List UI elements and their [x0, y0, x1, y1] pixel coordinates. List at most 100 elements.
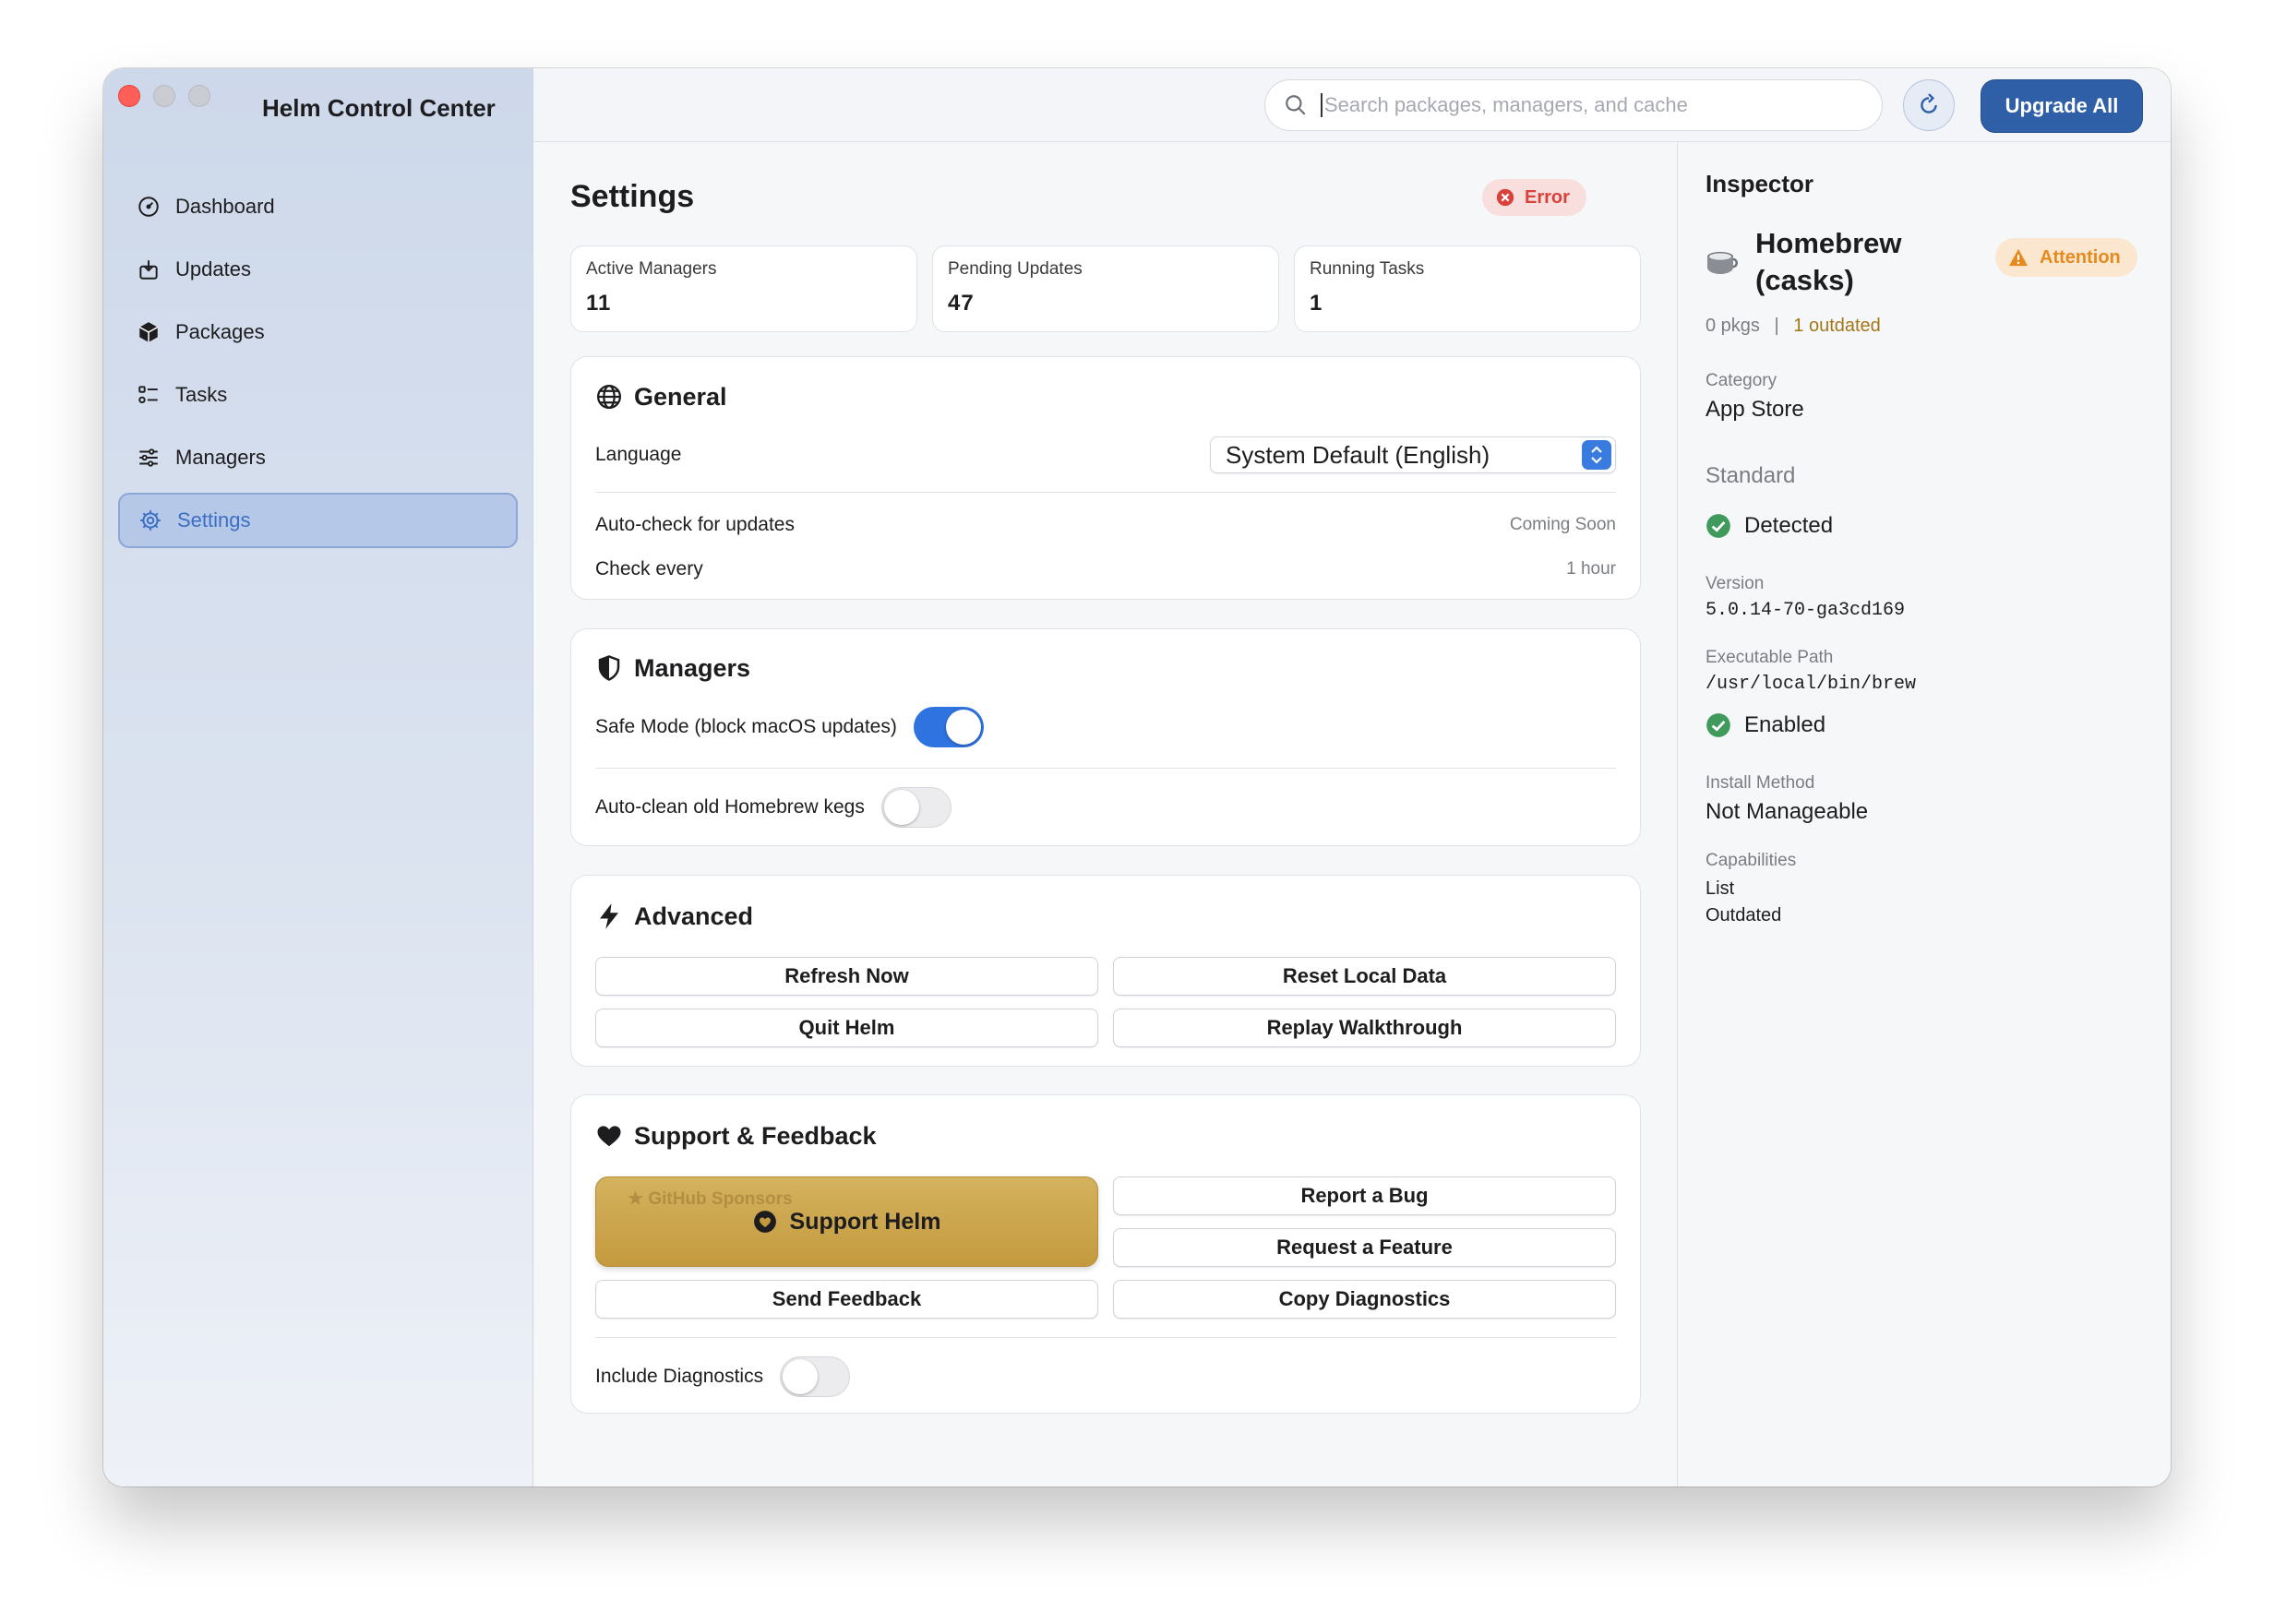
include-diagnostics-toggle[interactable]: [780, 1356, 851, 1397]
install-method-value: Not Manageable: [1706, 799, 1869, 824]
refresh-now-button[interactable]: Refresh Now: [595, 957, 1098, 996]
detected-label: Detected: [1744, 513, 1834, 538]
pkgs-count: 0 pkgs: [1706, 316, 1760, 336]
sidebar-item-managers[interactable]: Managers: [118, 430, 518, 485]
check-every-label: Check every: [595, 558, 703, 579]
version-value: 5.0.14-70-ga3cd169: [1706, 600, 1906, 621]
path-block: Executable Path /usr/local/bin/brew: [1706, 648, 1916, 695]
general-header: General: [595, 357, 1616, 436]
advanced-title: Advanced: [634, 902, 754, 930]
capabilities-block: Capabilities List Outdated: [1706, 851, 1796, 926]
autocheck-row: Auto-check for updates Coming Soon: [595, 509, 1616, 541]
autoclean-toggle[interactable]: [880, 787, 951, 828]
advanced-buttons: Refresh Now Reset Local Data Quit Helm R…: [595, 957, 1616, 1047]
attention-badge[interactable]: Attention: [1995, 238, 2137, 277]
toggle-knob: [883, 790, 919, 825]
managers-card: Managers Safe Mode (block macOS updates)…: [570, 628, 1641, 846]
sidebar-item-label: Dashboard: [175, 195, 275, 218]
language-select[interactable]: System Default (English): [1210, 436, 1616, 473]
support-helm-button[interactable]: ★ GitHub Sponsors Support Helm: [595, 1176, 1098, 1267]
safe-mode-row: Safe Mode (block macOS updates): [595, 707, 1616, 747]
page-title: Settings: [570, 179, 695, 214]
safe-mode-label: Safe Mode (block macOS updates): [595, 716, 897, 737]
search-icon: [1286, 95, 1306, 115]
outdated-count[interactable]: 1 outdated: [1793, 316, 1881, 336]
category-block: Category App Store: [1706, 371, 1804, 423]
sidebar-item-updates[interactable]: Updates: [118, 242, 518, 297]
stats-row: Active Managers 11 Pending Updates 47 Ru…: [570, 245, 1641, 332]
divider: [595, 1337, 1616, 1338]
bolt-icon: [600, 903, 618, 929]
path-value: /usr/local/bin/brew: [1706, 674, 1917, 695]
support-header: Support & Feedback: [595, 1095, 1616, 1176]
stat-value: 1: [1310, 291, 1323, 316]
sidebar-item-settings[interactable]: Settings: [118, 493, 518, 548]
error-badge-label: Error: [1525, 186, 1570, 208]
check-circle-icon: [1706, 713, 1730, 737]
sidebar-item-label: Settings: [177, 508, 251, 531]
stat-label: Running Tasks: [1310, 259, 1425, 279]
stat-label: Active Managers: [586, 259, 717, 279]
replay-walkthrough-button[interactable]: Replay Walkthrough: [1113, 1009, 1616, 1047]
enabled-status: Enabled: [1706, 712, 1825, 738]
sliders-icon: [139, 448, 158, 467]
toggle-knob: [783, 1359, 819, 1394]
stat-value: 11: [586, 291, 612, 316]
attention-label: Attention: [2040, 246, 2121, 268]
version-block: Version 5.0.14-70-ga3cd169: [1706, 574, 1905, 621]
autocheck-label: Auto-check for updates: [595, 514, 795, 535]
sidebar-item-tasks[interactable]: Tasks: [118, 367, 518, 423]
reset-local-data-button[interactable]: Reset Local Data: [1113, 957, 1616, 996]
package-summary: 0 pkgs | 1 outdated: [1706, 316, 1881, 337]
path-label: Executable Path: [1706, 648, 1834, 667]
package-icon: [138, 322, 159, 342]
request-feature-button[interactable]: Request a Feature: [1113, 1228, 1616, 1267]
support-title: Support & Feedback: [634, 1121, 877, 1150]
search-input[interactable]: [1321, 93, 1837, 117]
support-buttons: ★ GitHub Sponsors Support Helm Report a …: [595, 1176, 1616, 1267]
globe-icon: [597, 385, 621, 409]
install-method-label: Install Method: [1706, 773, 1815, 793]
sidebar-item-dashboard[interactable]: Dashboard: [118, 179, 518, 234]
toggle-knob: [945, 710, 981, 745]
app-title: Helm Control Center: [262, 94, 496, 122]
error-icon: [1496, 188, 1514, 207]
include-diagnostics-label: Include Diagnostics: [595, 1366, 764, 1387]
general-title: General: [634, 382, 727, 411]
toolbar: Upgrade All: [533, 68, 2171, 142]
language-label: Language: [595, 444, 682, 465]
updates-icon: [139, 260, 158, 280]
support-helm-label: Support Helm: [789, 1208, 941, 1235]
sidebar-item-packages[interactable]: Packages: [118, 304, 518, 360]
upgrade-all-button[interactable]: Upgrade All: [1981, 79, 2143, 133]
stat-active-managers: Active Managers 11: [570, 245, 917, 332]
report-bug-button[interactable]: Report a Bug: [1113, 1176, 1616, 1215]
refresh-button[interactable]: [1903, 79, 1955, 131]
summary-separator: |: [1774, 316, 1779, 336]
send-feedback-button[interactable]: Send Feedback: [595, 1280, 1098, 1319]
search-bar[interactable]: [1264, 79, 1883, 131]
inspector-title: Inspector: [1706, 170, 1814, 197]
minimize-window-button[interactable]: [153, 85, 175, 107]
sidebar-item-label: Managers: [175, 446, 266, 469]
shield-icon: [598, 655, 620, 681]
language-value: System Default (English): [1226, 440, 1490, 469]
zoom-window-button[interactable]: [188, 85, 210, 107]
safe-mode-toggle[interactable]: [913, 707, 984, 747]
heart-circle-icon: [753, 1211, 776, 1233]
stat-label: Pending Updates: [948, 259, 1083, 279]
sidebar-item-label: Packages: [175, 320, 265, 343]
support-card: Support & Feedback ★ GitHub Sponsors Sup…: [570, 1094, 1641, 1414]
inspector-panel: Inspector Homebrew (casks) Attention 0 p…: [1678, 142, 2171, 1487]
check-circle-icon: [1706, 514, 1730, 538]
error-badge[interactable]: Error: [1482, 179, 1586, 216]
copy-diagnostics-button[interactable]: Copy Diagnostics: [1113, 1280, 1616, 1319]
stat-value: 47: [948, 291, 975, 316]
close-window-button[interactable]: [118, 85, 140, 107]
quit-helm-button[interactable]: Quit Helm: [595, 1009, 1098, 1047]
divider: [595, 768, 1616, 769]
capabilities-label: Capabilities: [1706, 851, 1797, 870]
category-value: App Store: [1706, 397, 1804, 422]
sidebar-nav: Dashboard Updates Packages Tasks Manager…: [118, 179, 518, 555]
advanced-card: Advanced Refresh Now Reset Local Data Qu…: [570, 875, 1641, 1067]
